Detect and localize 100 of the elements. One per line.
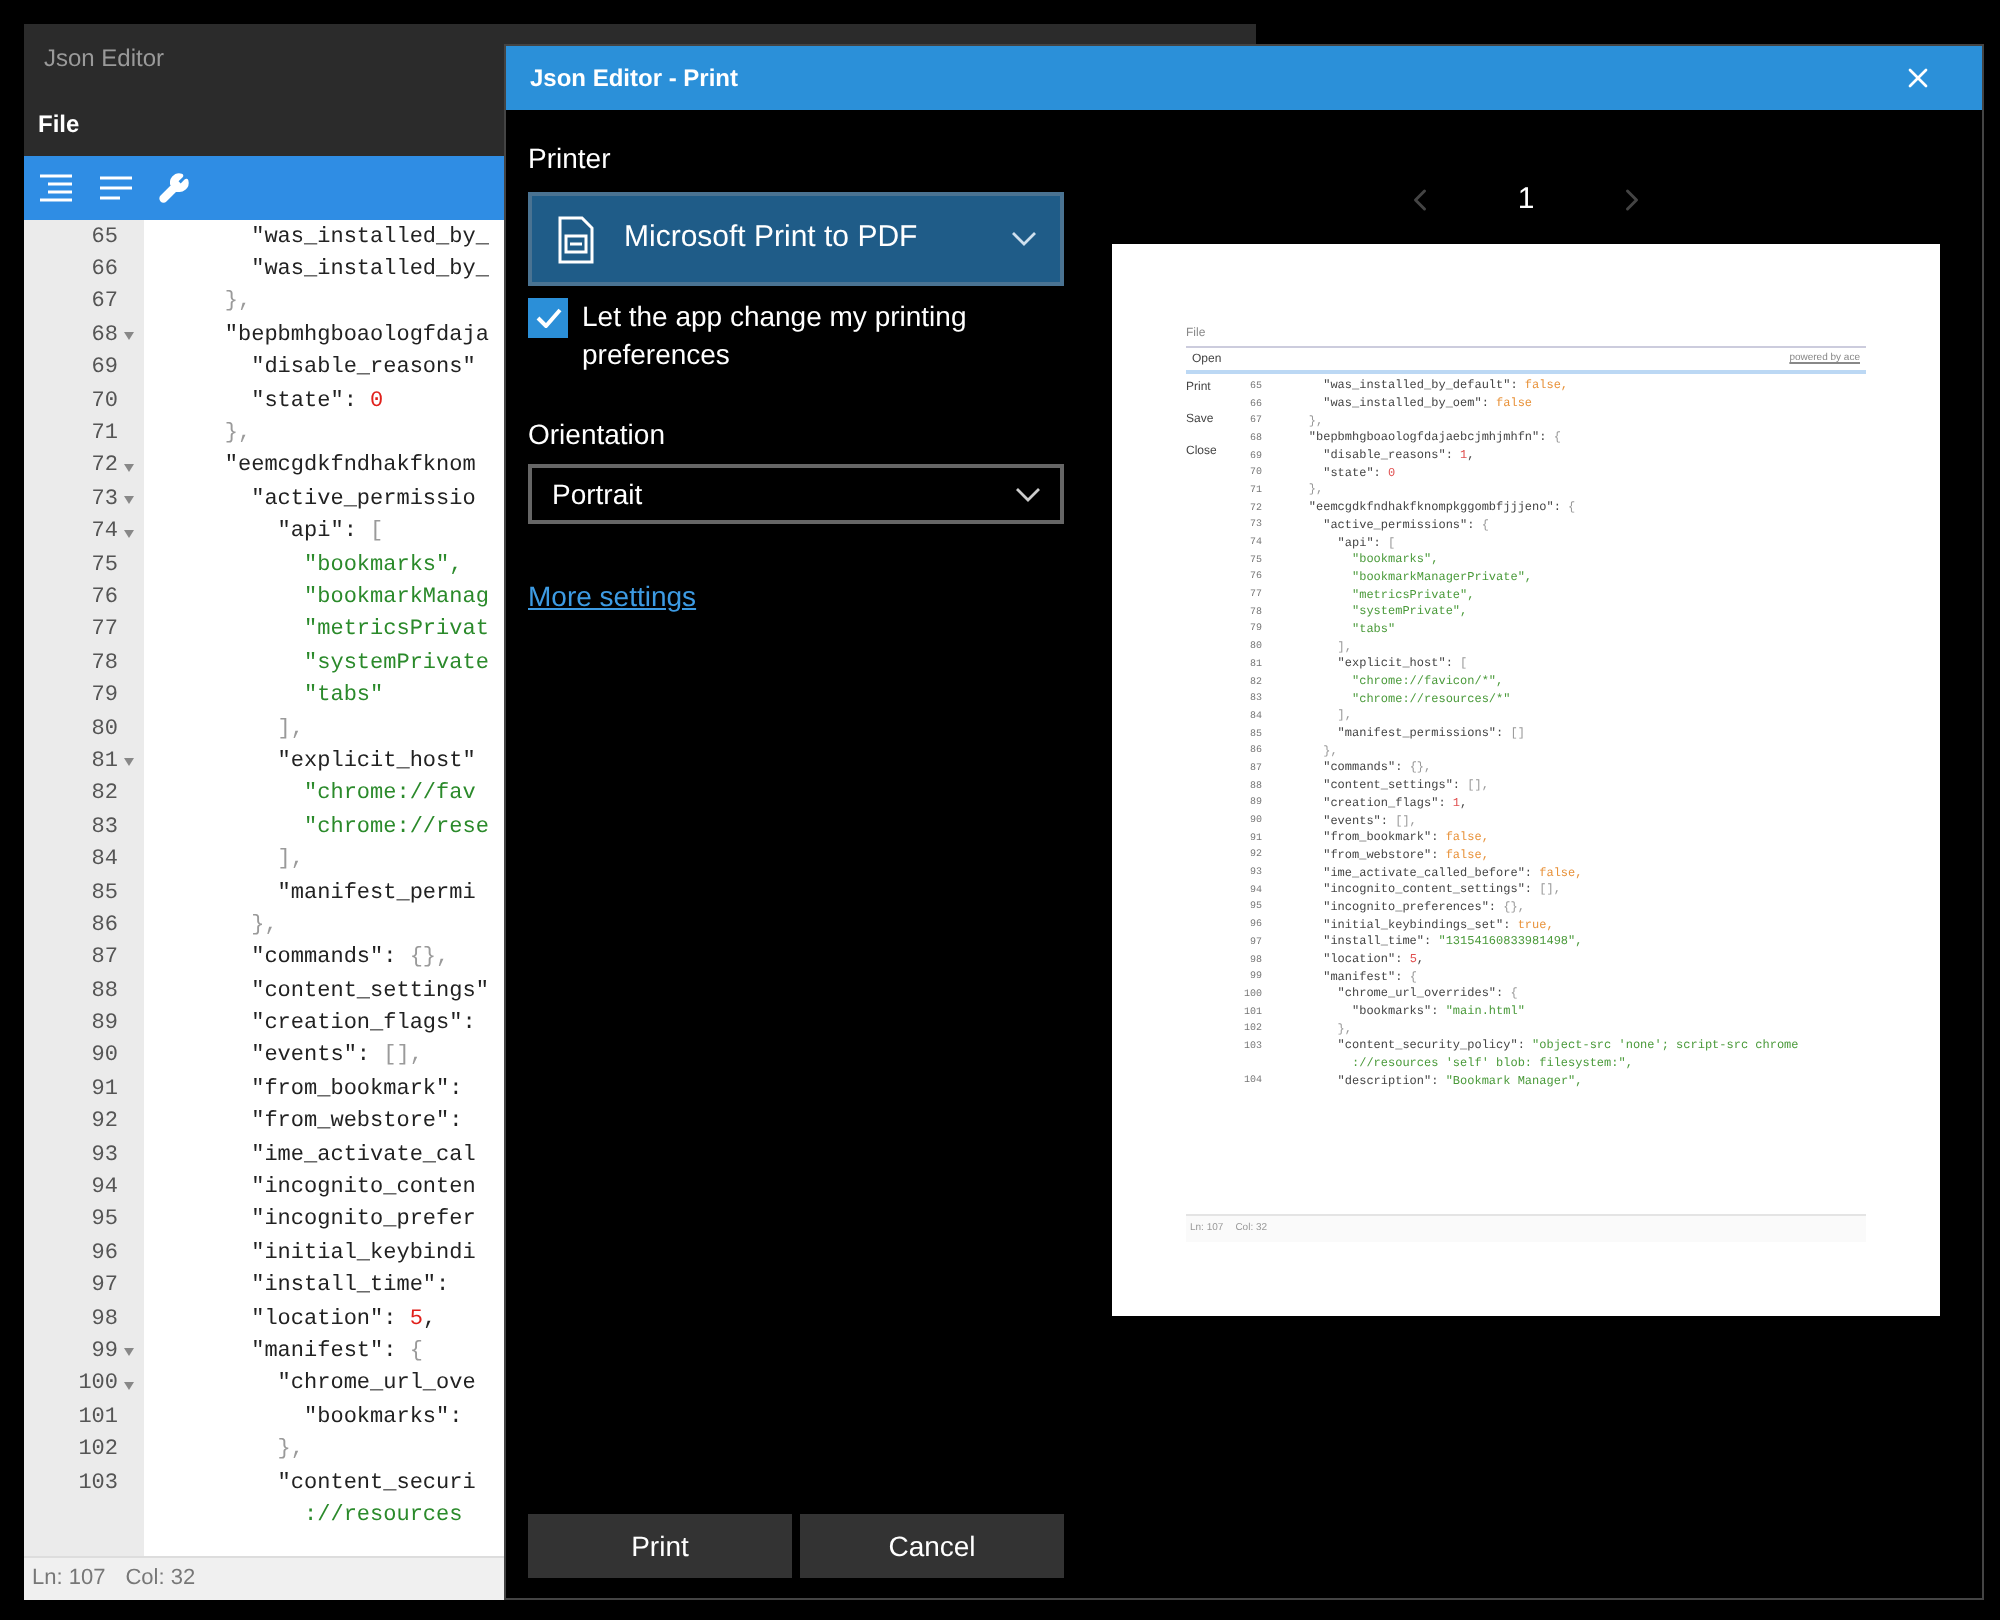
- line-number: 84: [91, 850, 118, 873]
- code-line: "events": [],: [249, 1042, 423, 1073]
- line-number: 74: [91, 522, 118, 545]
- line-number: 85: [91, 883, 118, 905]
- line-number: 93: [91, 1145, 118, 1168]
- code-line: "active_permissio: [249, 485, 476, 516]
- printer-label: Printer: [528, 140, 613, 178]
- code-line: "chrome://fav: [302, 780, 476, 811]
- code-line: "initial_keybindi: [249, 1239, 476, 1270]
- line-number: 77: [91, 620, 118, 643]
- code-line: "incognito_conten: [249, 1174, 476, 1205]
- code-line: "install_time":: [249, 1272, 450, 1303]
- line-number: 102: [78, 1440, 118, 1463]
- code-line: "metricsPrivat: [302, 616, 489, 647]
- code-line: "api": [: [275, 518, 384, 549]
- line-number: 88: [91, 981, 118, 1004]
- line-number: 79: [91, 686, 118, 709]
- code-line: },: [222, 420, 252, 451]
- format-icon[interactable]: [38, 174, 74, 202]
- code-line: ],: [275, 846, 305, 877]
- code-line: },: [249, 911, 278, 942]
- line-number: 78: [91, 653, 118, 676]
- printer-dropdown[interactable]: Microsoft Print to PDF: [528, 192, 1064, 286]
- compact-icon[interactable]: [98, 174, 134, 202]
- code-line: "eemcgdkfndhakfknom: [222, 452, 476, 483]
- fold-arrow-icon[interactable]: [124, 1381, 134, 1390]
- line-number: 80: [91, 719, 118, 742]
- line-number: 86: [91, 915, 118, 938]
- code-line: "chrome_url_ove: [275, 1370, 476, 1401]
- line-number: 72: [91, 456, 118, 479]
- fold-arrow-icon[interactable]: [124, 496, 134, 505]
- code-line: "incognito_prefer: [249, 1206, 476, 1237]
- line-indicator: Ln: 107: [32, 1564, 106, 1595]
- page-number: 1: [1517, 179, 1535, 220]
- column-indicator: Col: 32: [125, 1564, 196, 1595]
- code-line: "was_installed_by_: [249, 223, 489, 254]
- fold-arrow-icon[interactable]: [124, 758, 134, 767]
- code-line: "content_securi: [275, 1469, 476, 1500]
- menu-item[interactable]: File: [38, 105, 80, 141]
- code-line: "from_bookmark":: [249, 1075, 463, 1106]
- code-line: "bookmarks",: [302, 551, 463, 582]
- code-line: },: [275, 1436, 305, 1467]
- code-line: ],: [275, 715, 305, 746]
- code-line: "manifest_permi: [275, 879, 476, 909]
- code-line: },: [222, 288, 252, 319]
- code-line: "bookmarkManag: [302, 583, 489, 614]
- fold-arrow-icon[interactable]: [124, 529, 134, 538]
- line-number: 98: [91, 1309, 118, 1332]
- line-number: 71: [91, 424, 118, 447]
- line-number: 100: [78, 1374, 118, 1397]
- line-number: 103: [78, 1473, 118, 1496]
- code-line: "state": 0: [249, 387, 384, 418]
- line-number: 89: [91, 1014, 118, 1037]
- line-number: 87: [91, 948, 118, 971]
- line-number: 68: [91, 325, 118, 348]
- chevron-down-icon: [1016, 487, 1040, 501]
- line-number: 82: [91, 784, 118, 807]
- wrench-icon[interactable]: [158, 172, 190, 204]
- line-number: 70: [91, 391, 118, 414]
- preferences-checkbox[interactable]: Let the app change my printing preferences: [528, 298, 1064, 374]
- fold-arrow-icon[interactable]: [124, 332, 134, 341]
- code-line: "tabs": [302, 682, 384, 713]
- code-line: "commands": {},: [249, 944, 450, 975]
- line-number: 92: [91, 1112, 118, 1135]
- line-number: 66: [91, 260, 118, 283]
- line-number: 73: [91, 489, 118, 512]
- code-line: ://resources: [302, 1501, 463, 1532]
- line-number: 81: [91, 751, 118, 774]
- code-line: "creation_flags":: [249, 1010, 476, 1041]
- line-number: 96: [91, 1243, 118, 1266]
- code-line: "systemPrivate: [302, 649, 489, 680]
- checkmark-icon: [535, 308, 561, 328]
- fold-arrow-icon[interactable]: [124, 1348, 134, 1357]
- code-line: "bookmarks":: [302, 1403, 463, 1434]
- fold-arrow-icon[interactable]: [124, 463, 134, 472]
- line-number: 90: [91, 1046, 118, 1069]
- code-line: "location": 5,: [249, 1305, 437, 1336]
- line-number: 95: [91, 1210, 118, 1233]
- line-number: 101: [78, 1407, 118, 1430]
- code-line: "from_webstore":: [249, 1108, 463, 1139]
- orientation-dropdown[interactable]: Portrait: [528, 464, 1064, 524]
- line-number: 75: [91, 555, 118, 578]
- more-settings-link[interactable]: More settings: [528, 576, 697, 618]
- window-title: Json Editor: [44, 41, 165, 75]
- line-number: 83: [91, 817, 118, 840]
- code-line: "explicit_host": [275, 747, 476, 778]
- code-line: "bepbmhgboaologfdaja: [222, 321, 489, 352]
- orientation-label: Orientation: [528, 416, 667, 454]
- printer-icon: [556, 215, 596, 263]
- code-line: "ime_activate_cal: [249, 1141, 476, 1172]
- code-line: "content_settings": [249, 977, 489, 1008]
- line-number: 99: [91, 1341, 118, 1364]
- cancel-button[interactable]: Cancel: [800, 1514, 1064, 1578]
- code-line: "manifest": {: [249, 1337, 423, 1368]
- line-number: 69: [91, 358, 118, 381]
- line-number: 65: [91, 227, 118, 250]
- line-number: 67: [91, 292, 118, 315]
- print-button[interactable]: Print: [528, 1514, 792, 1578]
- code-line: "chrome://rese: [302, 813, 489, 844]
- line-number: 94: [91, 1178, 118, 1201]
